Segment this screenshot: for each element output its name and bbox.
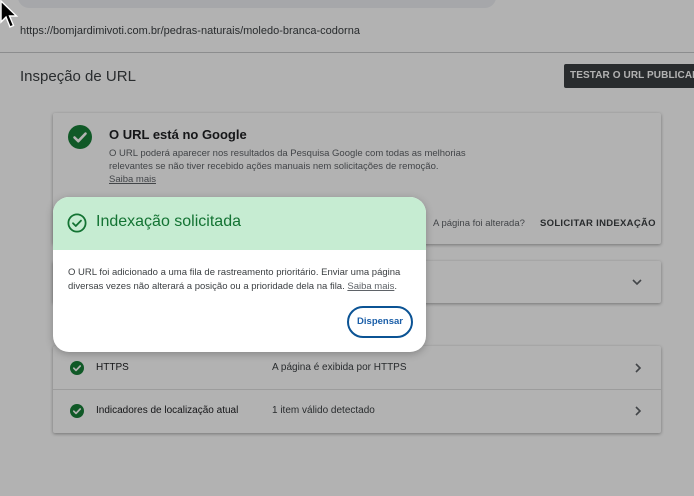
dismiss-button[interactable]: Dispensar (347, 306, 413, 338)
learn-more-link[interactable]: Saiba mais (347, 281, 394, 292)
period: . (394, 281, 398, 292)
dialog-title: Indexação solicitada (96, 213, 241, 230)
check-circle-outline-icon (67, 213, 87, 233)
mouse-cursor-icon (0, 0, 19, 28)
indexing-requested-dialog: Indexação solicitada O URL foi adicionad… (53, 197, 426, 352)
dialog-body: O URL foi adicionado a uma fila de rastr… (68, 266, 413, 294)
